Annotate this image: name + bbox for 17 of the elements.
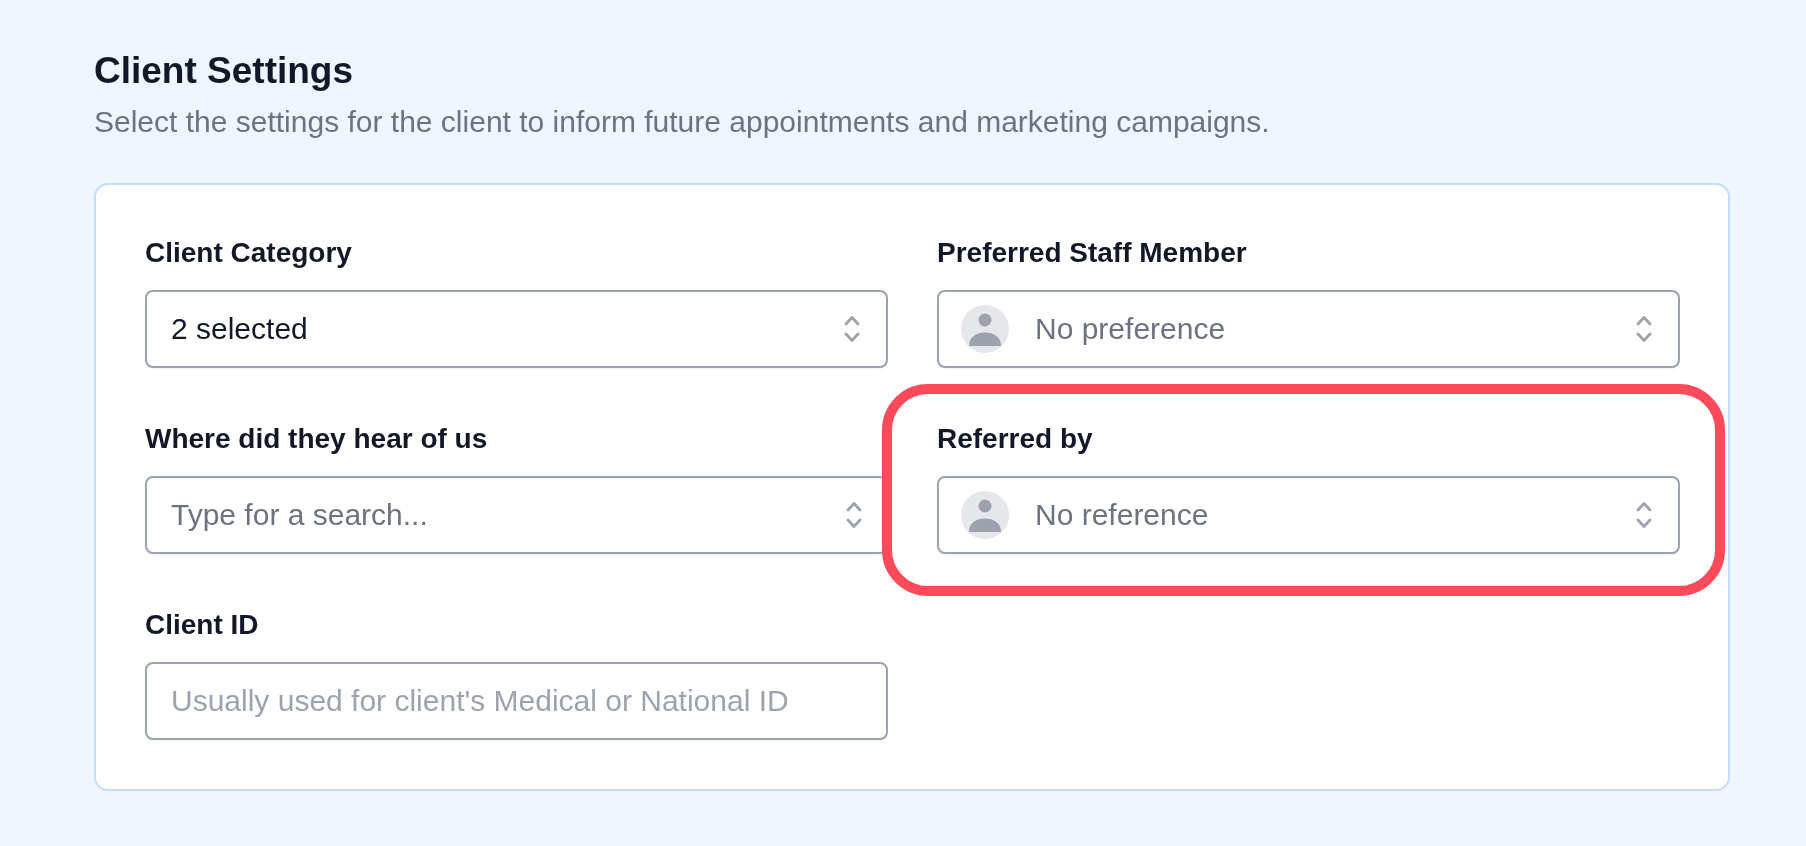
field-label: Referred by	[937, 422, 1093, 456]
select-field[interactable]: No preference	[937, 290, 1680, 368]
chevron-up-down-icon	[846, 500, 862, 530]
avatar-icon	[961, 305, 1009, 353]
field-label: Client ID	[145, 608, 259, 642]
page-title: Client Settings	[94, 49, 354, 93]
field-label: Where did they hear of us	[145, 422, 488, 456]
field-label: Client Category	[145, 236, 352, 270]
page-subtitle: Select the settings for the client to inform future appointments and marketing campaigns.	[94, 104, 1270, 140]
select-field[interactable]: No reference	[937, 476, 1680, 554]
select-field[interactable]: 2 selected	[145, 290, 888, 368]
input-field[interactable]: Usually used for client's Medical or National ID	[145, 662, 888, 740]
chevron-up-down-icon	[1636, 500, 1652, 530]
field-label: Preferred Staff Member	[937, 236, 1247, 270]
chevron-up-down-icon	[844, 314, 860, 344]
avatar-icon	[961, 491, 1009, 539]
chevron-up-down-icon	[1636, 314, 1652, 344]
